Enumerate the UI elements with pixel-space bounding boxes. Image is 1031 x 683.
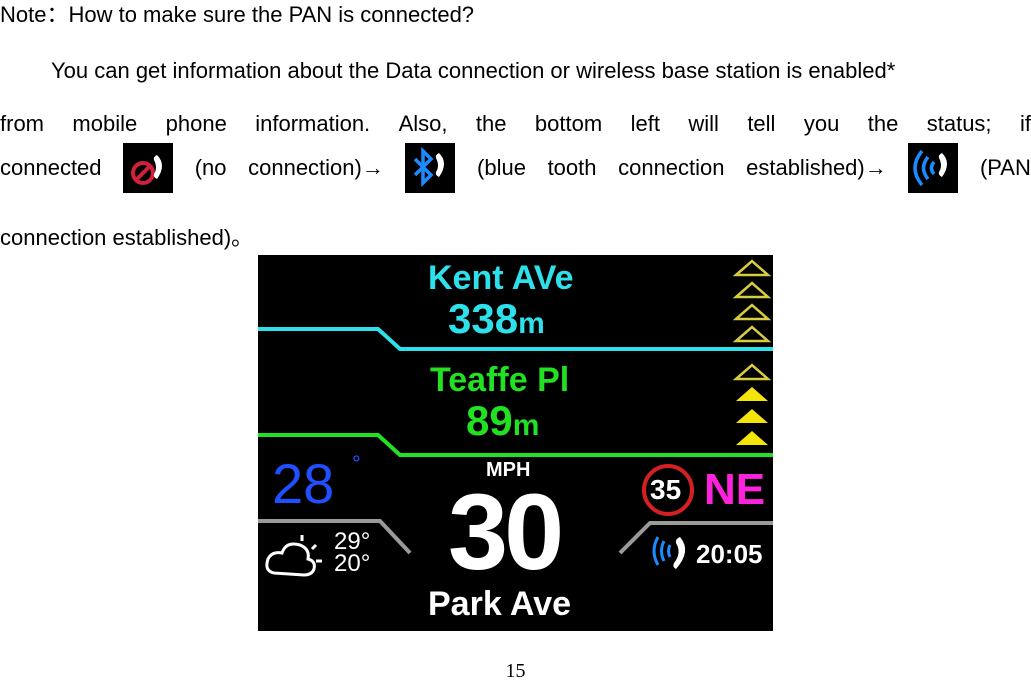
turn-street-name: Teaffe Pl <box>430 361 570 399</box>
pan-label: (PAN <box>979 155 1031 180</box>
lane-arrow-inactive <box>732 281 772 299</box>
line2-word: from <box>0 111 44 136</box>
note-line-2: from mobile phone information. Also, the botto… <box>0 111 1031 137</box>
lane-arrow-inactive <box>732 325 772 343</box>
line2-word: the <box>475 111 507 136</box>
line2-word: phone <box>165 111 227 136</box>
speed-limit-value: 35 <box>650 474 682 505</box>
line2-word: mobile <box>72 111 138 136</box>
temperature-degree: ° <box>352 451 361 476</box>
bluetooth-label: (blue <box>477 155 526 180</box>
line2-word: left <box>630 111 660 136</box>
lane-arrow-active <box>736 431 768 445</box>
next-distance: 338m <box>448 295 545 343</box>
current-temperature: 28 <box>272 452 335 515</box>
navigation-device-screen: Kent AVe 338m Teaffe Pl 89m 28 ° 29° 20°… <box>258 255 773 631</box>
line2-word: if <box>1019 111 1031 136</box>
line2-word: status; <box>926 111 992 136</box>
next-distance-value: 338 <box>448 295 519 342</box>
no-connection-icon <box>123 143 174 193</box>
partly-cloudy-icon <box>265 535 322 577</box>
lane-arrow-inactive <box>732 363 772 381</box>
line2-word: will <box>688 111 719 136</box>
bluetooth-label-2: tooth <box>547 155 597 180</box>
lane-arrow-inactive <box>732 259 772 277</box>
turn-distance: 89m <box>466 397 539 445</box>
bluetooth-label-4: established)→ <box>746 155 887 180</box>
note-line-4: connection established)。 <box>0 225 254 250</box>
turn-distance-unit: m <box>512 409 540 442</box>
note-line-3: connected (no connection)→ (blue tooth c… <box>0 140 1031 196</box>
turn-distance-value: 89 <box>466 397 513 444</box>
lane-arrow-active <box>736 409 768 423</box>
note-title: Note：How to make sure the PAN is connect… <box>0 2 475 27</box>
current-speed: 30 <box>448 471 564 592</box>
line2-word: Also, <box>398 111 448 136</box>
clock-time: 20:05 <box>696 539 763 569</box>
pan-wireless-phone-icon <box>908 143 959 193</box>
no-connection-label-2: connection)→ <box>248 155 384 180</box>
pan-connected-icon <box>652 536 686 569</box>
compass-heading: NE <box>704 465 766 514</box>
bluetooth-label-3: connection <box>618 155 725 180</box>
no-connection-label: (no <box>194 155 227 180</box>
line2-word: information. <box>255 111 371 136</box>
note-line-1: You can get information about the Data c… <box>51 58 896 83</box>
line2-word: you <box>803 111 840 136</box>
line2-word: bottom <box>534 111 603 136</box>
next-street-name: Kent AVe <box>428 259 574 297</box>
lane-arrow-active <box>736 387 768 401</box>
current-street-name: Park Ave <box>428 585 572 623</box>
next-distance-unit: m <box>518 307 545 340</box>
line3-prefix: connected <box>0 155 102 180</box>
line2-word: tell <box>747 111 776 136</box>
line2-word: the <box>867 111 899 136</box>
bluetooth-phone-icon <box>405 143 456 193</box>
forecast-low: 20° <box>334 550 371 577</box>
lane-arrow-inactive <box>732 303 772 321</box>
